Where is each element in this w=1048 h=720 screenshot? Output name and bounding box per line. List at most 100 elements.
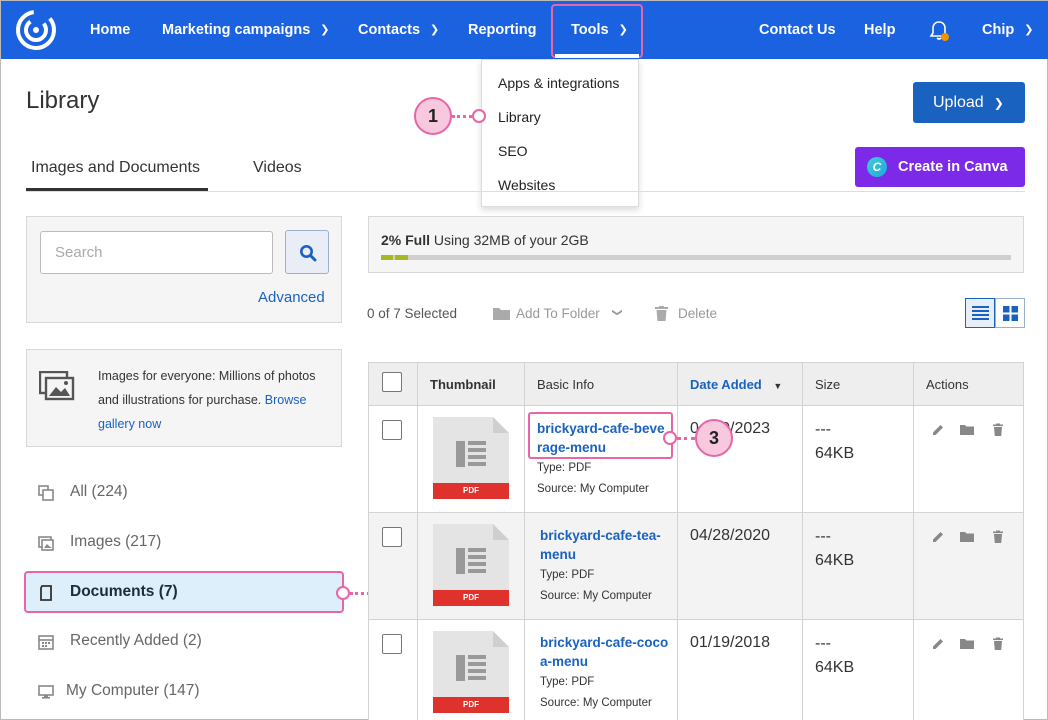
menu-item-library[interactable]: Library: [498, 109, 541, 125]
all-files-icon: [38, 485, 54, 501]
select-all-checkbox[interactable]: [382, 372, 402, 392]
sidebar-item-my-computer[interactable]: My Computer (147): [66, 682, 200, 700]
date-added: 04/28/2020: [690, 527, 771, 544]
sidebar-item-documents[interactable]: Documents (7): [24, 571, 344, 613]
file-size: 64KB: [815, 659, 855, 676]
file-size-dashes: ---: [815, 421, 831, 438]
trash-icon: [655, 306, 668, 321]
search-input[interactable]: [40, 231, 273, 274]
nav-marketing-campaigns-label: Marketing campaigns: [162, 22, 311, 38]
trash-icon[interactable]: [991, 530, 1005, 544]
edit-pencil-icon[interactable]: [931, 423, 945, 437]
chevron-down-icon: ❯: [611, 308, 623, 317]
trash-icon[interactable]: [991, 637, 1005, 651]
chevron-down-icon: ❯: [320, 24, 330, 36]
list-view-button[interactable]: [965, 298, 995, 328]
create-in-canva-button[interactable]: C Create in Canva: [855, 147, 1025, 187]
row-checkbox[interactable]: [382, 527, 402, 547]
edit-pencil-icon[interactable]: [931, 530, 945, 544]
storage-progress-fill-segment: [381, 255, 393, 260]
document-icon: [40, 585, 52, 601]
chevron-down-icon: ❯: [993, 96, 1004, 110]
delete-label: Delete: [678, 306, 718, 321]
menu-item-apps-integrations[interactable]: Apps & integrations: [498, 75, 619, 91]
file-type: Type: PDF: [540, 569, 595, 581]
callout-ring-3: [663, 431, 677, 445]
file-name-link[interactable]: brickyard-cafe-cocoa-menu: [540, 633, 672, 671]
search-button[interactable]: [285, 230, 329, 274]
file-size-dashes: ---: [815, 528, 831, 545]
file-type: Type: PDF: [537, 462, 592, 474]
column-header-actions: Actions: [926, 377, 969, 392]
sidebar-item-documents-label: Documents (7): [70, 583, 178, 600]
tools-active-underline: [555, 54, 639, 58]
canva-button-label: Create in Canva: [898, 159, 1008, 175]
calendar-icon: [38, 635, 54, 650]
callout-ring-2: [336, 586, 350, 600]
file-source: Source: My Computer: [540, 697, 652, 709]
tab-images-and-documents[interactable]: Images and Documents: [31, 159, 200, 177]
column-divider: [524, 362, 525, 720]
callout-marker-1: 1: [414, 97, 452, 135]
pdf-badge-label: PDF: [463, 593, 479, 602]
constant-contact-logo-icon[interactable]: [15, 9, 57, 51]
row-checkbox[interactable]: [382, 634, 402, 654]
page-title: Library: [26, 87, 100, 114]
column-divider: [802, 362, 803, 720]
file-size: 64KB: [815, 552, 855, 569]
column-header-size: Size: [815, 377, 841, 392]
date-added: 01/19/2018: [690, 634, 771, 651]
storage-usage-detail: Using 32MB of your 2GB: [433, 232, 589, 248]
menu-item-seo[interactable]: SEO: [498, 143, 528, 159]
storage-usage-text: 2% Full Using 32MB of your 2GB: [381, 232, 589, 248]
callout-connector-2: [350, 592, 370, 595]
notification-bell-icon[interactable]: [927, 19, 951, 43]
trash-icon[interactable]: [991, 423, 1005, 437]
sidebar-item-images[interactable]: Images (217): [70, 533, 161, 551]
column-header-basic-info: Basic Info: [537, 377, 595, 392]
computer-icon: [38, 685, 54, 699]
column-divider: [677, 362, 678, 720]
canva-logo-icon: C: [867, 157, 887, 177]
advanced-search-link[interactable]: Advanced: [258, 289, 325, 306]
nav-help[interactable]: Help: [864, 1, 895, 59]
edit-pencil-icon[interactable]: [931, 637, 945, 651]
promo-text-block: Images for everyone: Millions of photos …: [98, 364, 334, 436]
file-name-link[interactable]: brickyard-cafe-tea-menu: [540, 526, 672, 564]
column-header-thumbnail: Thumbnail: [430, 377, 496, 392]
nav-contact-us[interactable]: Contact Us: [759, 1, 836, 59]
tab-videos[interactable]: Videos: [253, 159, 302, 177]
move-to-folder-icon[interactable]: [960, 423, 974, 437]
nav-contacts[interactable]: Contacts ❯: [358, 1, 439, 59]
row-checkbox[interactable]: [382, 420, 402, 440]
column-divider: [417, 362, 418, 720]
nav-user-menu[interactable]: Chip ❯: [982, 1, 1033, 59]
images-icon: [38, 536, 54, 551]
move-to-folder-icon[interactable]: [960, 637, 974, 651]
file-name-link[interactable]: brickyard-cafe-beverage-menu: [537, 419, 669, 457]
grid-view-icon: [1003, 306, 1018, 321]
chevron-down-icon: ❯: [1024, 24, 1034, 36]
callout-ring-1: [472, 109, 486, 123]
column-header-date-added[interactable]: Date Added ▼: [690, 377, 782, 392]
callout-connector-3: [677, 437, 695, 440]
selected-count: 0 of 7 Selected: [367, 306, 458, 321]
grid-view-button[interactable]: [995, 298, 1025, 328]
user-name: Chip: [982, 22, 1015, 38]
nav-reporting[interactable]: Reporting: [468, 1, 536, 59]
sidebar-item-all[interactable]: All (224): [70, 483, 128, 501]
nav-marketing-campaigns[interactable]: Marketing campaigns ❯: [162, 1, 329, 59]
storage-percent: 2% Full: [381, 232, 431, 248]
move-to-folder-icon[interactable]: [960, 530, 974, 544]
image-gallery-icon: [39, 371, 75, 401]
sort-descending-icon: ▼: [773, 381, 783, 391]
upload-button[interactable]: Upload ❯: [913, 82, 1025, 123]
search-icon: [300, 245, 317, 262]
callout-connector-1: [452, 115, 472, 118]
sidebar-item-recently-added[interactable]: Recently Added (2): [70, 632, 202, 650]
nav-contacts-label: Contacts: [358, 22, 421, 38]
chevron-down-icon: ❯: [430, 24, 440, 36]
callout-marker-3: 3: [695, 419, 733, 457]
nav-home[interactable]: Home: [90, 1, 130, 59]
nav-tools[interactable]: Tools ❯: [571, 1, 628, 59]
